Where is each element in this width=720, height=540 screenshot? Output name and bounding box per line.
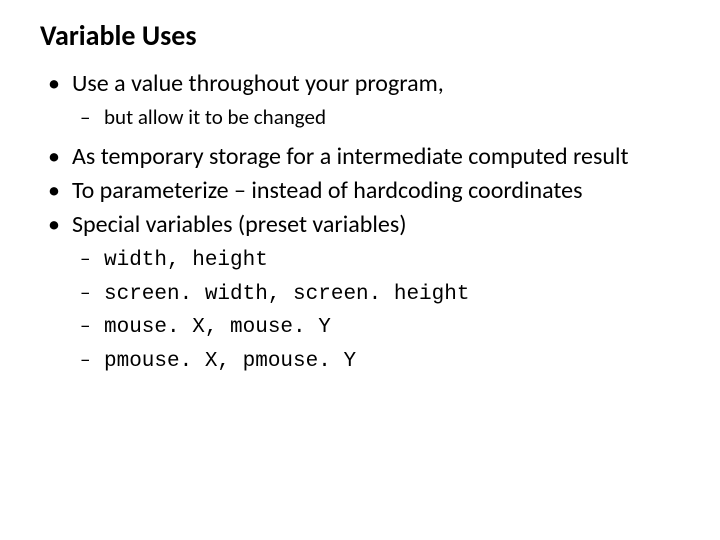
bullet-text: Special variables (preset variables) bbox=[72, 210, 407, 239]
bullet-text: As temporary storage for a intermediate … bbox=[72, 142, 629, 171]
bullet-text: To parameterize – instead of hardcoding … bbox=[72, 176, 583, 205]
bullet-text-code: screen. width, screen. height bbox=[104, 283, 469, 306]
list-item: width, height bbox=[72, 244, 696, 275]
list-item: To parameterize – instead of hardcoding … bbox=[40, 176, 696, 206]
bullet-text-code: pmouse. X, pmouse. Y bbox=[104, 350, 356, 373]
list-item: Use a value throughout your program, but… bbox=[40, 69, 696, 132]
slide: Variable Uses Use a value throughout you… bbox=[0, 0, 720, 410]
slide-title: Variable Uses bbox=[40, 18, 696, 53]
list-item: As temporary storage for a intermediate … bbox=[40, 142, 696, 172]
bullet-text: but allow it to be changed bbox=[104, 104, 326, 130]
list-item: pmouse. X, pmouse. Y bbox=[72, 345, 696, 376]
bullet-list: Use a value throughout your program, but… bbox=[40, 69, 696, 376]
list-item: screen. width, screen. height bbox=[72, 278, 696, 309]
sub-list: but allow it to be changed bbox=[72, 103, 696, 132]
sub-list: width, height screen. width, screen. hei… bbox=[72, 244, 696, 376]
bullet-text-code: mouse. X, mouse. Y bbox=[104, 316, 331, 339]
list-item: but allow it to be changed bbox=[72, 103, 696, 132]
list-item: Special variables (preset variables) wid… bbox=[40, 210, 696, 376]
bullet-text-code: width, height bbox=[104, 249, 268, 272]
bullet-text: Use a value throughout your program, bbox=[72, 69, 444, 98]
list-item: mouse. X, mouse. Y bbox=[72, 311, 696, 342]
